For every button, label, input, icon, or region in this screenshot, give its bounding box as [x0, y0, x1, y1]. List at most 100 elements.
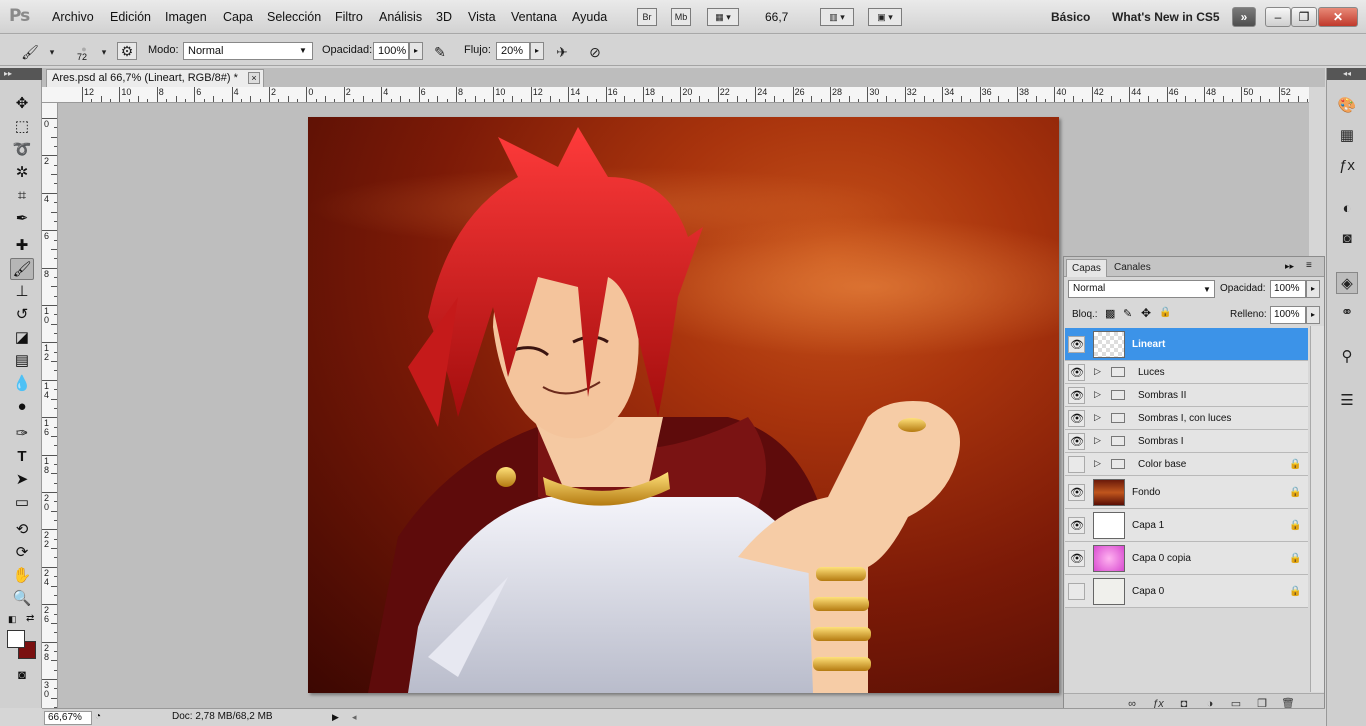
flow-field[interactable]: 20%	[496, 42, 530, 60]
foreground-color-swatch[interactable]	[7, 630, 25, 648]
brush-size-dropdown-icon[interactable]: ▾	[94, 42, 114, 62]
menu-ayuda[interactable]: Ayuda	[572, 10, 607, 24]
lock-image-icon[interactable]: ✎	[1123, 307, 1132, 320]
layer-opacity-field[interactable]: 100%	[1270, 280, 1306, 298]
status-zoom-field[interactable]: 66,67%	[44, 711, 92, 725]
3d-rotate-tool-icon[interactable]: ⟲	[10, 519, 34, 541]
expand-group-icon[interactable]: ▷	[1094, 366, 1101, 377]
workspace-whats-new[interactable]: What's New in CS5	[1112, 10, 1220, 24]
menu-filtro[interactable]: Filtro	[335, 10, 363, 24]
toolbox-header[interactable]: ▸▸	[0, 68, 42, 80]
visibility-toggle[interactable]	[1068, 583, 1085, 600]
adjustments-panel-icon[interactable]: ◐	[1336, 198, 1358, 220]
crop-tool-icon[interactable]: ⌗	[10, 185, 34, 207]
layer-row[interactable]: 👁 ▷ Sombras I, con luces	[1065, 407, 1308, 430]
layer-row[interactable]: 👁 Lineart	[1065, 328, 1308, 361]
scroll-left-icon[interactable]: ◂	[352, 711, 357, 725]
styles-panel-icon[interactable]: ƒx	[1336, 155, 1358, 177]
visibility-toggle[interactable]: 👁	[1068, 336, 1085, 353]
fill-field[interactable]: 100%	[1270, 306, 1306, 324]
preset-dropdown-icon[interactable]: ▾	[42, 42, 62, 62]
layer-row[interactable]: 👁 ▷ Luces	[1065, 361, 1308, 384]
menu-3d[interactable]: 3D	[436, 10, 452, 24]
screen-mode-button[interactable]: ▣ ▾	[868, 8, 902, 26]
restore-button[interactable]: ❐	[1291, 7, 1317, 27]
pen-tool-icon[interactable]: ✑	[10, 423, 34, 445]
status-info-icon[interactable]: ◔	[95, 711, 101, 725]
pressure-opacity-icon[interactable]: ✎	[430, 42, 450, 62]
mini-bridge-button[interactable]: Mb	[671, 8, 691, 26]
visibility-toggle[interactable]: 👁	[1068, 517, 1085, 534]
dock-header[interactable]: ◂◂	[1327, 68, 1366, 80]
blend-mode-select[interactable]: Normal	[1068, 280, 1215, 298]
eraser-tool-icon[interactable]: ◪	[10, 327, 34, 349]
layer-row[interactable]: ▷ Color base 🔒	[1065, 453, 1308, 476]
channels-panel-icon[interactable]: ⚭	[1336, 302, 1358, 324]
airbrush-icon[interactable]: ✈	[552, 42, 572, 62]
blur-tool-icon[interactable]: 💧	[10, 373, 34, 395]
tab-canales[interactable]: Canales	[1109, 259, 1156, 277]
brush-tool-icon[interactable]: 🖌	[10, 258, 34, 280]
gradient-tool-icon[interactable]: ▤	[10, 350, 34, 372]
brush-preset-icon[interactable]: 🖌	[20, 42, 40, 62]
expand-group-icon[interactable]: ▷	[1094, 412, 1101, 423]
zoom-tool-icon[interactable]: 🔍	[10, 588, 34, 610]
history-brush-tool-icon[interactable]: ↺	[10, 304, 34, 326]
fill-slider-button[interactable]: ▸	[1306, 306, 1320, 324]
opacity-field[interactable]: 100%	[373, 42, 409, 60]
swap-colors-icon[interactable]: ⇄	[26, 613, 34, 624]
healing-brush-tool-icon[interactable]: ✚	[10, 235, 34, 257]
eyedropper-tool-icon[interactable]: ✒	[10, 208, 34, 230]
3d-orbit-tool-icon[interactable]: ⟳	[10, 542, 34, 564]
bridge-button[interactable]: Br	[637, 8, 657, 26]
layer-row[interactable]: Capa 0 🔒	[1065, 575, 1308, 608]
visibility-toggle[interactable]: 👁	[1068, 387, 1085, 404]
lock-transparency-icon[interactable]: ▩	[1105, 307, 1115, 320]
masks-panel-icon[interactable]: ◙	[1336, 228, 1358, 250]
visibility-toggle[interactable]: 👁	[1068, 484, 1085, 501]
view-extras-button[interactable]: ▥ ▾	[820, 8, 854, 26]
lock-all-icon[interactable]: 🔒	[1159, 307, 1171, 318]
expand-group-icon[interactable]: ▷	[1094, 458, 1101, 469]
dodge-tool-icon[interactable]: ●	[10, 396, 34, 418]
extras-button[interactable]: ▦ ▾	[707, 8, 739, 26]
visibility-toggle[interactable]: 👁	[1068, 410, 1085, 427]
artwork-canvas[interactable]	[308, 117, 1059, 693]
close-document-icon[interactable]: ×	[248, 72, 260, 84]
lock-position-icon[interactable]: ✥	[1141, 306, 1151, 320]
pressure-size-icon[interactable]: ⊘	[585, 42, 605, 62]
panel-menu-icon[interactable]: ≡	[1306, 260, 1312, 271]
layer-opacity-slider-button[interactable]: ▸	[1306, 280, 1320, 298]
mode-select[interactable]: Normal	[183, 42, 313, 60]
zoom-level[interactable]: 66,7	[765, 10, 788, 24]
path-selection-tool-icon[interactable]: ➤	[10, 469, 34, 491]
layers-panel-icon[interactable]: ◈	[1336, 272, 1358, 294]
status-menu-arrow-icon[interactable]: ▶	[332, 711, 339, 725]
quick-selection-tool-icon[interactable]: ✲	[10, 162, 34, 184]
layer-row[interactable]: 👁 Capa 0 copia 🔒	[1065, 542, 1308, 575]
layer-row[interactable]: 👁 Capa 1 🔒	[1065, 509, 1308, 542]
workspace-basico[interactable]: Básico	[1051, 10, 1090, 24]
expand-group-icon[interactable]: ▷	[1094, 435, 1101, 446]
minimize-button[interactable]: –	[1265, 7, 1291, 27]
flow-slider-button[interactable]: ▸	[530, 42, 544, 60]
move-tool-icon[interactable]: ✥	[10, 93, 34, 115]
lasso-tool-icon[interactable]: ➰	[10, 139, 34, 161]
opacity-slider-button[interactable]: ▸	[409, 42, 423, 60]
menu-vista[interactable]: Vista	[468, 10, 496, 24]
marquee-tool-icon[interactable]: ⬚	[10, 116, 34, 138]
clone-stamp-tool-icon[interactable]: ⊥	[10, 281, 34, 303]
more-workspaces-button[interactable]: »	[1232, 7, 1256, 27]
visibility-toggle[interactable]	[1068, 456, 1085, 473]
menu-edicion[interactable]: Edición	[110, 10, 151, 24]
layers-scrollbar[interactable]	[1310, 326, 1324, 692]
menu-imagen[interactable]: Imagen	[165, 10, 207, 24]
visibility-toggle[interactable]: 👁	[1068, 364, 1085, 381]
collapse-panel-icon[interactable]: ▸▸	[1285, 261, 1294, 272]
quick-mask-icon[interactable]: ◙	[10, 664, 34, 686]
tab-capas[interactable]: Capas	[1066, 259, 1107, 277]
layer-row[interactable]: 👁 Fondo 🔒	[1065, 476, 1308, 509]
layer-row[interactable]: 👁 ▷ Sombras I	[1065, 430, 1308, 453]
brush-panel-icon[interactable]: ☰	[1336, 390, 1358, 412]
default-colors-icon[interactable]: ◧	[8, 614, 17, 625]
